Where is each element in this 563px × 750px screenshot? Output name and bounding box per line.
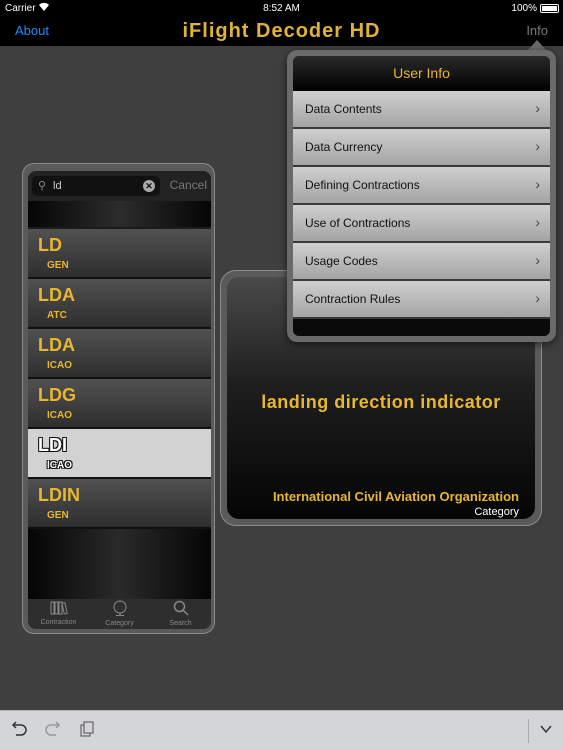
menu-item-label: Data Contents xyxy=(305,102,382,116)
menu-item-use-of-contractions[interactable]: Use of Contractions › xyxy=(293,205,550,243)
app-title: iFlight Decoder HD xyxy=(182,20,381,42)
contraction-meaning: landing direction indicator xyxy=(261,392,501,412)
menu-item-label: Data Currency xyxy=(305,140,383,154)
popover-menu: Data Contents › Data Currency › Defining… xyxy=(293,91,550,319)
undo-icon[interactable] xyxy=(10,721,28,742)
chevron-right-icon: › xyxy=(535,176,540,192)
contraction-code: LDIN xyxy=(38,485,80,505)
list-item[interactable]: LDA ICAO xyxy=(28,329,211,379)
keyboard-toolbar xyxy=(0,710,563,750)
contraction-category: GEN xyxy=(47,260,69,271)
menu-item-label: Usage Codes xyxy=(305,254,378,268)
tab-label: Category xyxy=(105,620,134,627)
popover-title: User Info xyxy=(293,56,550,91)
books-icon xyxy=(28,600,89,618)
contraction-category: GEN xyxy=(47,510,69,521)
list-container: ⚲ ld ✕ Cancel LD GEN LDA ATC LDA ICAO LD… xyxy=(28,171,211,629)
chevron-down-icon[interactable] xyxy=(538,721,554,742)
list-item-selected[interactable]: LDI ICAO xyxy=(28,429,211,479)
menu-item-label: Defining Contractions xyxy=(305,178,420,192)
contraction-code: LDA xyxy=(38,285,75,305)
list-header xyxy=(28,201,211,227)
tab-search[interactable]: Search xyxy=(150,599,211,629)
clipboard-icon[interactable] xyxy=(78,721,94,742)
contraction-code: LDG xyxy=(38,385,76,405)
info-button[interactable]: Info xyxy=(526,23,548,38)
redo-icon[interactable] xyxy=(44,721,62,742)
search-bar: ⚲ ld ✕ Cancel xyxy=(28,171,211,201)
globe-icon xyxy=(89,600,150,619)
tab-label: Search xyxy=(169,620,192,627)
navigation-bar: About iFlight Decoder HD Info xyxy=(0,18,563,46)
tab-contraction[interactable]: Contraction xyxy=(28,599,89,629)
contraction-code: LDI xyxy=(38,435,67,455)
menu-item-data-currency[interactable]: Data Currency › xyxy=(293,129,550,167)
popover-arrow xyxy=(528,40,546,50)
organization-name: International Civil Aviation Organizatio… xyxy=(272,489,519,504)
search-icon: ⚲ xyxy=(38,180,47,192)
chevron-right-icon: › xyxy=(535,214,540,230)
tab-label: Contraction xyxy=(40,619,77,626)
contraction-category: ATC xyxy=(47,310,67,321)
menu-item-contraction-rules[interactable]: Contraction Rules › xyxy=(293,281,550,319)
status-bar: Carrier 8:52 AM 100% xyxy=(0,0,563,18)
chevron-right-icon: › xyxy=(535,290,540,306)
toolbar-divider xyxy=(528,719,529,743)
tab-bar: Contraction Category Search xyxy=(28,599,211,629)
search-query: ld xyxy=(53,180,62,192)
chevron-right-icon: › xyxy=(535,138,540,154)
chevron-right-icon: › xyxy=(535,252,540,268)
list-item[interactable]: LDG ICAO xyxy=(28,379,211,429)
chevron-right-icon: › xyxy=(535,100,540,116)
list-item[interactable]: LDIN GEN xyxy=(28,479,211,529)
clear-search-icon[interactable]: ✕ xyxy=(143,180,155,192)
battery-icon xyxy=(540,4,559,13)
contraction-list-panel: ⚲ ld ✕ Cancel LD GEN LDA ATC LDA ICAO LD… xyxy=(22,163,215,634)
user-info-popover: User Info Data Contents › Data Currency … xyxy=(287,50,556,342)
menu-item-defining-contractions[interactable]: Defining Contractions › xyxy=(293,167,550,205)
result-list: LD GEN LDA ATC LDA ICAO LDG ICAO LDI ICA… xyxy=(28,229,211,529)
category-label: Category xyxy=(474,506,519,518)
contraction-code: LD xyxy=(38,235,62,255)
contraction-category: ICAO xyxy=(47,460,72,471)
menu-item-label: Use of Contractions xyxy=(305,216,411,230)
contraction-category: ICAO xyxy=(47,360,72,371)
status-time: 8:52 AM xyxy=(263,3,300,14)
tab-category[interactable]: Category xyxy=(89,599,150,629)
list-item[interactable]: LD GEN xyxy=(28,229,211,279)
search-input[interactable]: ⚲ ld ✕ xyxy=(32,176,160,196)
cancel-search-button[interactable]: Cancel xyxy=(170,178,207,192)
menu-item-data-contents[interactable]: Data Contents › xyxy=(293,91,550,129)
contraction-category: ICAO xyxy=(47,410,72,421)
menu-item-label: Contraction Rules xyxy=(305,292,401,306)
search-icon xyxy=(150,600,211,619)
contraction-code: LDA xyxy=(38,335,75,355)
popover-content: User Info Data Contents › Data Currency … xyxy=(293,56,550,336)
battery-percent: 100% xyxy=(511,3,537,14)
list-empty-area xyxy=(28,529,211,599)
list-item[interactable]: LDA ATC xyxy=(28,279,211,329)
menu-item-usage-codes[interactable]: Usage Codes › xyxy=(293,243,550,281)
